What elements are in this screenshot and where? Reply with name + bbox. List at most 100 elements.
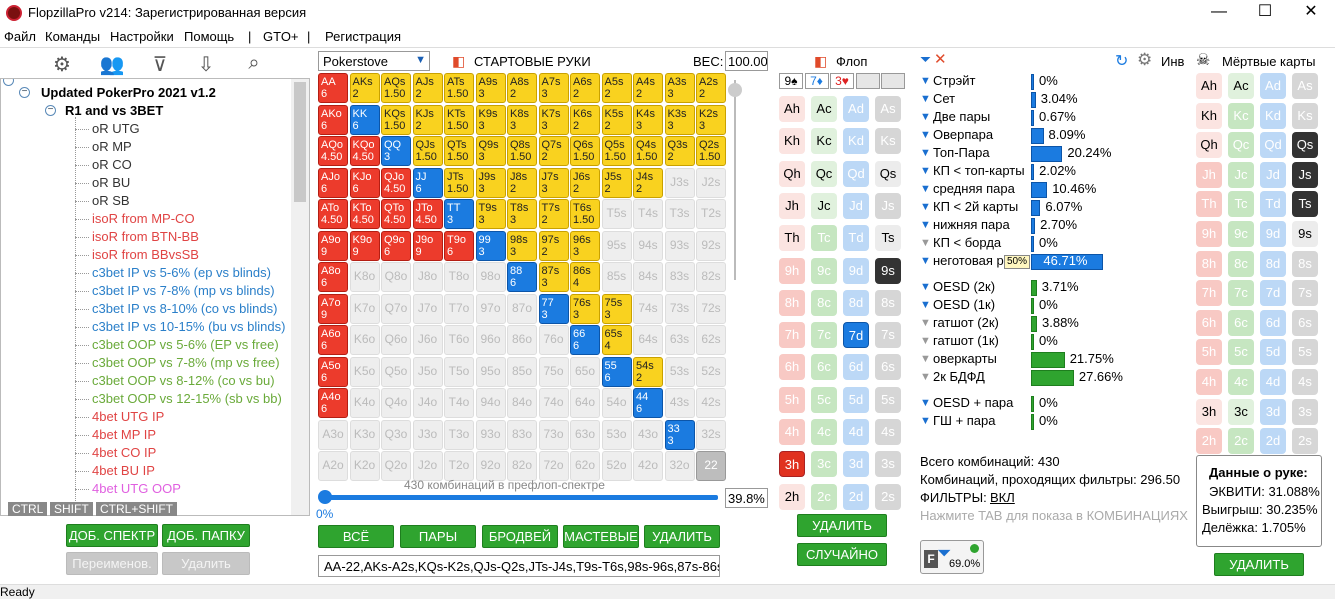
card-Kc[interactable]: Kc [811,128,837,155]
tree-item[interactable]: isoR from BTN-BB [92,229,199,244]
card-Ts[interactable]: Ts [1292,191,1318,218]
card-2s[interactable]: 2s [1292,428,1318,455]
flop-slot[interactable]: 3♥ [830,73,854,89]
hand-cell[interactable]: T7s 2 [538,199,569,229]
menu-commands[interactable]: Команды [45,29,100,44]
card-Jh[interactable]: Jh [779,192,805,219]
card-9s[interactable]: 9s [1292,221,1318,247]
hand-cell[interactable]: T2s [696,199,726,229]
card-5d[interactable]: 5d [843,386,869,413]
range-slider[interactable] [318,490,720,504]
card-4h[interactable]: 4h [779,419,805,445]
hand-cell[interactable]: K5s 2 [601,104,632,135]
hand-cell[interactable]: 43s [664,388,695,418]
card-Ts[interactable]: Ts [875,225,901,252]
hand-cell[interactable]: K3o [349,419,380,450]
filter-icon[interactable]: ▼ [920,93,931,105]
hand-cell[interactable]: K2o [349,451,380,481]
hand-cell[interactable]: J5s 2 [601,167,632,198]
card-7c[interactable]: 7c [811,322,837,349]
filters-toggle[interactable]: ВКЛ [990,490,1015,505]
hand-cell[interactable]: T6o [444,325,474,355]
hand-cell[interactable]: KK 6 [349,104,380,135]
card-Qh[interactable]: Qh [779,160,805,187]
tree-item[interactable]: oR SB [92,193,130,208]
hand-cell[interactable]: J2s [696,167,726,198]
hand-cell[interactable]: Q5s 1.50 [601,136,632,166]
hand-cell[interactable]: K8o [349,262,380,292]
filter-icon[interactable]: ▼ [920,183,931,195]
tree-item[interactable]: oR CO [92,157,132,172]
hand-cell[interactable]: A7o 9 [318,293,348,324]
card-Qs[interactable]: Qs [875,160,901,187]
filter-icon[interactable]: ▼ [920,317,931,329]
card-8d[interactable]: 8d [1260,250,1286,277]
clear-range-button[interactable]: УДАЛИТЬ [644,525,720,548]
card-7d[interactable]: 7d [1260,280,1286,307]
hand-cell[interactable]: A6o 6 [318,325,348,355]
filter-icon[interactable]: ▼ [920,371,931,383]
hand-cell[interactable]: 72s [696,293,726,324]
rename-button[interactable]: Переименов. [66,552,158,575]
hand-cell[interactable]: T4s [633,199,663,229]
card-2c[interactable]: 2c [811,483,837,510]
hand-cell[interactable]: 32o [664,451,695,481]
card-3c[interactable]: 3c [811,451,837,478]
card-5s[interactable]: 5s [1292,339,1318,366]
hand-cell[interactable]: K9s 3 [475,104,506,135]
hand-cell[interactable]: 98o [475,262,506,292]
hand-cell[interactable]: K8s 3 [507,104,537,135]
hand-cell[interactable]: ATs 1.50 [444,73,474,103]
tree-item[interactable]: oR UTG [92,121,140,136]
hand-cell[interactable]: J2o [412,451,443,481]
card-6h[interactable]: 6h [1196,309,1222,336]
card-Jc[interactable]: Jc [811,192,837,219]
hand-cell[interactable]: Q4s 1.50 [633,136,663,166]
weight-slider-thumb[interactable] [728,83,742,97]
collapse-icon[interactable]: − [19,87,30,98]
hand-cell[interactable]: KJs 2 [412,104,443,135]
card-Jc[interactable]: Jc [1228,161,1254,188]
card-Js[interactable]: Js [875,192,901,219]
menu-file[interactable]: Файл [4,29,36,44]
hand-cell[interactable]: KJo 6 [349,167,380,198]
hand-cell[interactable]: JTo 4.50 [412,199,443,229]
tree-item[interactable]: 4bet UTG IP [92,409,164,424]
card-8s[interactable]: 8s [875,289,901,316]
card-5s[interactable]: 5s [875,386,901,413]
gear-icon[interactable]: ⚙ [48,52,76,76]
tree-item[interactable]: 4bet MP IP [92,427,156,442]
hand-cell[interactable]: 65o [570,356,600,387]
card-Jd[interactable]: Jd [843,192,869,219]
minimize-button[interactable]: — [1196,0,1242,26]
search-icon[interactable]: ⌕ [240,52,268,76]
hand-cell[interactable]: 95o [475,356,506,387]
hand-cell[interactable]: 72o [538,451,569,481]
card-7h[interactable]: 7h [1196,280,1222,307]
card-Ad[interactable]: Ad [1260,73,1286,99]
card-2c[interactable]: 2c [1228,428,1254,455]
tree-folder[interactable]: R1 and vs 3BET [65,103,163,118]
menu-help[interactable]: Помощь [184,29,234,44]
card-Qc[interactable]: Qc [811,160,837,187]
flop-slot[interactable]: 9♠ [779,73,803,89]
hand-cell[interactable]: J6o [412,325,443,355]
card-6d[interactable]: 6d [1260,309,1286,336]
range-percent-input[interactable]: 39.8% [725,488,768,508]
hand-cell[interactable]: T2o [444,451,474,481]
card-6s[interactable]: 6s [1292,309,1318,336]
range-text-input[interactable]: AA-22,AKs-A2s,KQs-K2s,QJs-Q2s,JTs-J4s,T9… [318,555,720,577]
add-range-button[interactable]: ДОБ. СПЕКТР [66,524,158,547]
invert-label[interactable]: Инв [1161,54,1184,69]
hand-cell[interactable]: A3s 3 [664,73,695,103]
filter-icon[interactable]: ▼ [920,281,931,293]
hand-cell[interactable]: Q2s 1.50 [696,136,726,166]
hand-cell[interactable]: 55 6 [601,356,632,387]
filter-icon[interactable]: ▼ [920,201,931,213]
delete-range-button[interactable]: Удалить [162,552,250,575]
hand-cell[interactable]: Q3o [381,419,411,450]
hand-cell[interactable]: 76s 3 [570,293,600,324]
card-6c[interactable]: 6c [1228,309,1254,336]
hand-cell[interactable]: A6s 2 [570,73,600,103]
hand-cell[interactable]: QQ 3 [381,136,411,166]
